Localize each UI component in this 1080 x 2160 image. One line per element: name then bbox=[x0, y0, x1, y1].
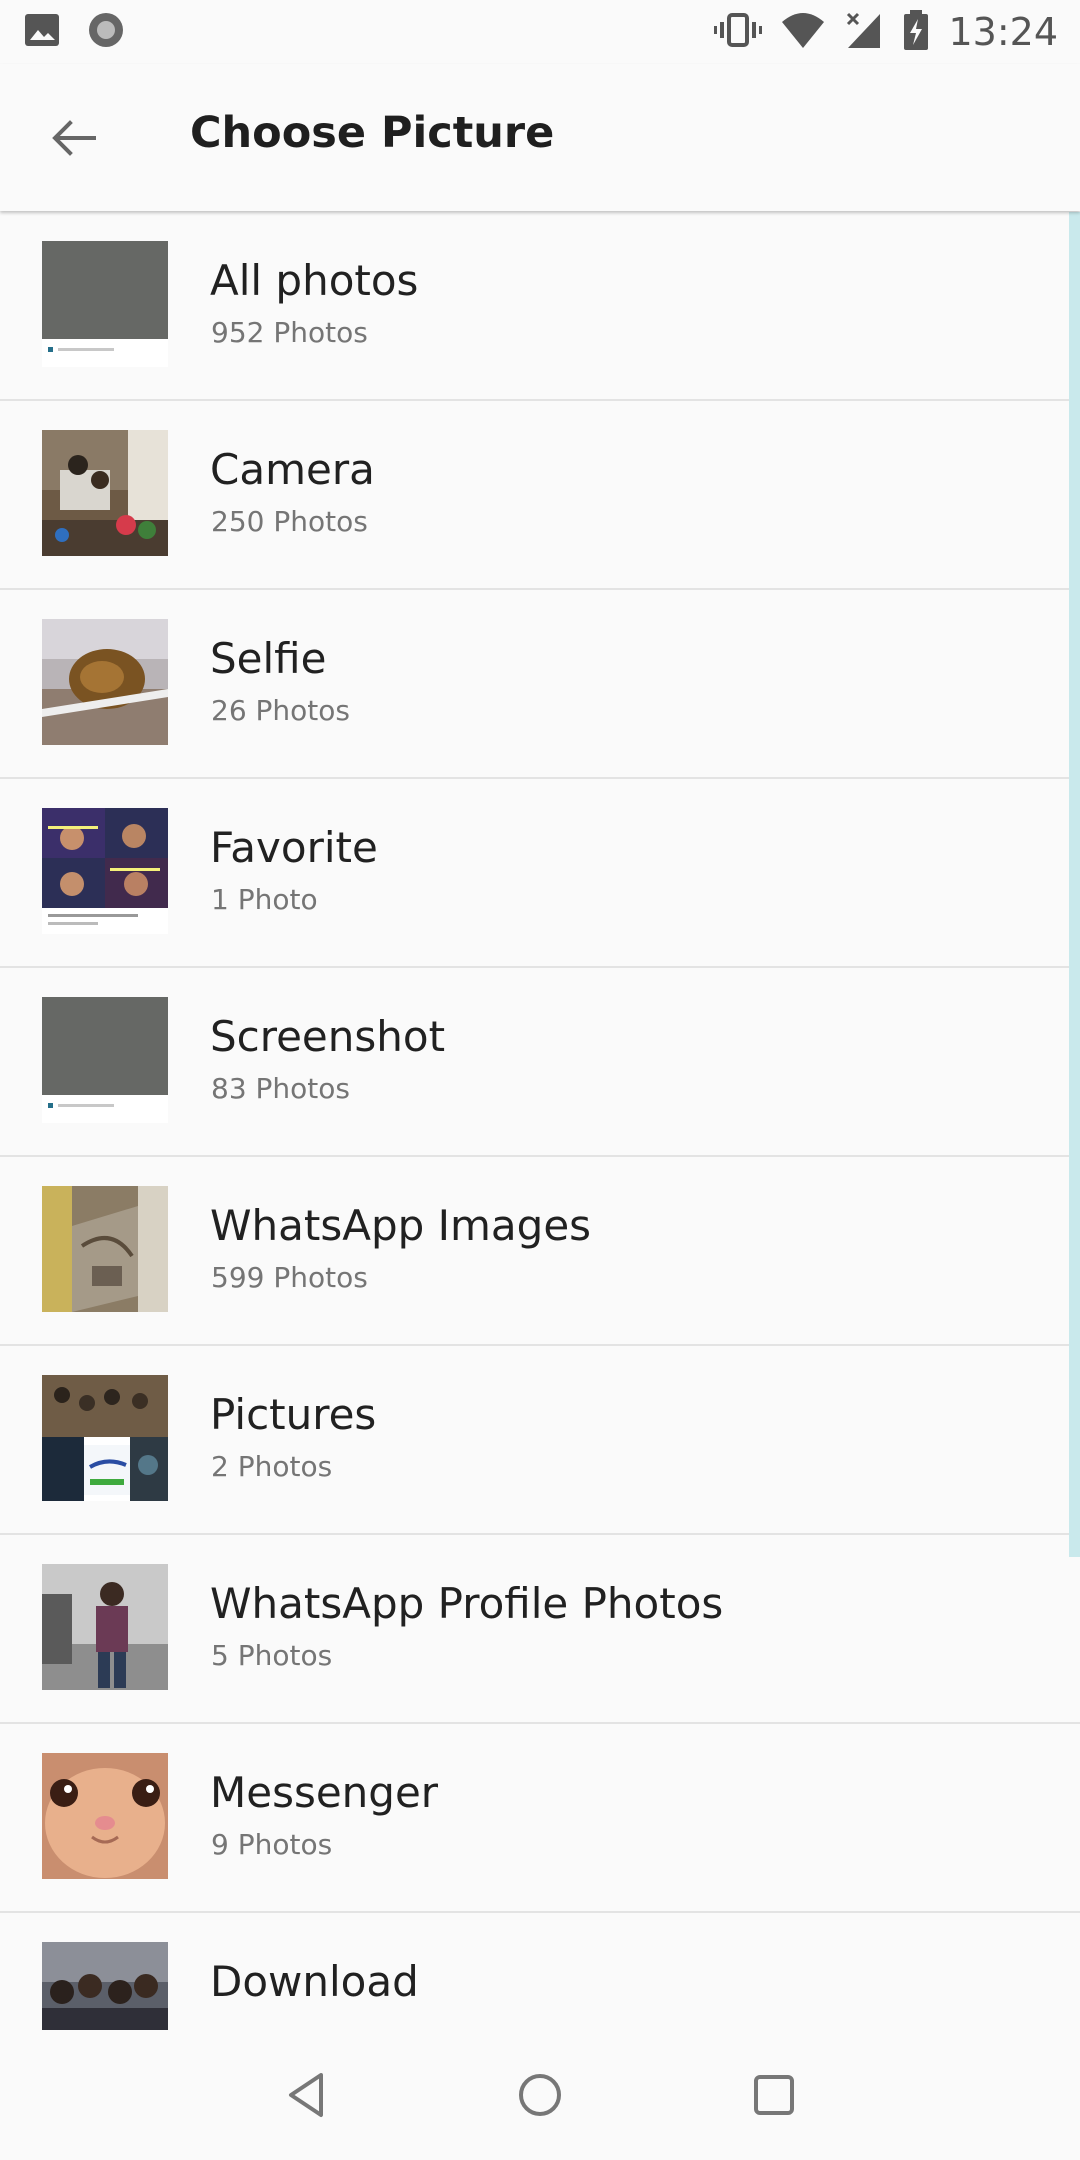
album-thumbnail bbox=[42, 1753, 168, 1879]
app-bar: Choose Picture bbox=[0, 64, 1080, 211]
album-thumbnail bbox=[42, 619, 168, 745]
album-count: 952 Photos bbox=[211, 316, 368, 349]
album-name: Favorite bbox=[210, 823, 378, 872]
album-thumbnail bbox=[42, 808, 168, 934]
album-name: Camera bbox=[210, 445, 375, 494]
album-thumbnail bbox=[42, 997, 168, 1123]
album-thumbnail bbox=[42, 1564, 168, 1690]
album-thumbnail bbox=[42, 430, 168, 556]
album-name: Selfie bbox=[210, 634, 327, 683]
album-item-selfie[interactable]: Selfie 26 Photos bbox=[0, 590, 1080, 779]
nav-back-button[interactable] bbox=[261, 2050, 351, 2140]
album-name: Pictures bbox=[210, 1390, 377, 1439]
album-item-camera[interactable]: Camera 250 Photos bbox=[0, 401, 1080, 590]
status-right: 13:24 bbox=[696, 10, 1058, 54]
album-item-download[interactable]: Download bbox=[0, 1913, 1080, 2045]
album-item-favorite[interactable]: Favorite 1 Photo bbox=[0, 779, 1080, 968]
back-triangle-icon bbox=[289, 2073, 323, 2117]
album-name: Download bbox=[210, 1957, 419, 2006]
album-list[interactable]: All photos 952 Photos Camera 250 Photos … bbox=[0, 212, 1080, 2045]
wifi-icon bbox=[780, 10, 826, 54]
status-bar: 13:24 bbox=[0, 0, 1080, 64]
page-title: Choose Picture bbox=[190, 108, 555, 158]
album-name: Screenshot bbox=[210, 1012, 446, 1061]
battery-charging-icon bbox=[902, 10, 930, 54]
vibrate-icon bbox=[714, 10, 763, 54]
album-item-messenger[interactable]: Messenger 9 Photos bbox=[0, 1724, 1080, 1913]
album-item-whatsapp-profile-photos[interactable]: WhatsApp Profile Photos 5 Photos bbox=[0, 1535, 1080, 1724]
album-count: 2 Photos bbox=[211, 1450, 333, 1483]
album-thumbnail bbox=[42, 1186, 168, 1312]
album-count: 250 Photos bbox=[211, 505, 368, 538]
album-item-all-photos[interactable]: All photos 952 Photos bbox=[0, 212, 1080, 401]
album-item-screenshot[interactable]: Screenshot 83 Photos bbox=[0, 968, 1080, 1157]
album-name: Messenger bbox=[210, 1768, 439, 1817]
home-circle-icon bbox=[519, 2074, 561, 2116]
album-name: WhatsApp Profile Photos bbox=[210, 1579, 724, 1628]
album-thumbnail bbox=[42, 1375, 168, 1501]
album-name: All photos bbox=[210, 256, 419, 305]
album-name: WhatsApp Images bbox=[210, 1201, 592, 1250]
nav-home-button[interactable] bbox=[495, 2050, 585, 2140]
arrow-left-icon bbox=[52, 120, 96, 156]
nav-bar bbox=[0, 2030, 1080, 2160]
album-count: 1 Photo bbox=[211, 883, 318, 916]
album-item-pictures[interactable]: Pictures 2 Photos bbox=[0, 1346, 1080, 1535]
circle-notification-icon bbox=[86, 10, 126, 54]
nav-recents-button[interactable] bbox=[729, 2050, 819, 2140]
signal-icon bbox=[844, 10, 884, 54]
album-item-whatsapp-images[interactable]: WhatsApp Images 599 Photos bbox=[0, 1157, 1080, 1346]
album-count: 83 Photos bbox=[211, 1072, 350, 1105]
screen: 13:24 Choose Picture All photos 952 Phot… bbox=[0, 0, 1080, 2160]
scroll-indicator[interactable] bbox=[1069, 212, 1080, 1557]
album-count: 9 Photos bbox=[211, 1828, 333, 1861]
album-count: 5 Photos bbox=[211, 1639, 333, 1672]
status-time: 13:24 bbox=[948, 10, 1058, 54]
image-icon bbox=[22, 10, 62, 54]
album-thumbnail bbox=[42, 241, 168, 367]
album-count: 599 Photos bbox=[211, 1261, 368, 1294]
album-count: 26 Photos bbox=[211, 694, 350, 727]
status-left bbox=[22, 10, 126, 54]
back-button[interactable] bbox=[34, 102, 114, 174]
recents-square-icon bbox=[754, 2075, 794, 2115]
